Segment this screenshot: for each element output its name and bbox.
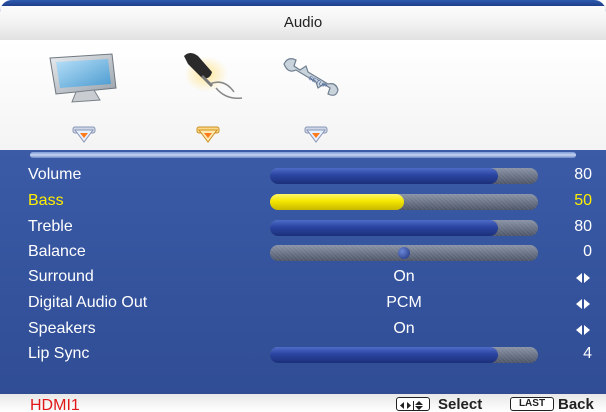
setting-label: Volume	[28, 166, 82, 183]
footer-bar: HDMI1 Select LAST Back	[0, 394, 606, 412]
microphone-icon[interactable]	[176, 48, 246, 110]
select-hint-label: Select	[438, 396, 483, 412]
category-indicator-audio	[196, 126, 220, 149]
level-slider[interactable]	[270, 220, 538, 236]
setting-label: Digital Audio Out	[28, 294, 148, 311]
menu-title: Audio	[283, 14, 323, 31]
setting-row-speakers[interactable]: Speakers On	[0, 318, 606, 340]
wrench-icon[interactable]: SETUP	[280, 54, 342, 98]
slider-fill	[270, 194, 404, 210]
input-source-label: HDMI1	[30, 397, 80, 412]
monitor-icon[interactable]	[46, 52, 124, 104]
setting-label: Surround	[28, 268, 94, 285]
balance-knob[interactable]	[398, 247, 410, 259]
category-indicator-setup	[304, 126, 328, 149]
slider-fill	[270, 347, 498, 363]
level-slider[interactable]	[270, 194, 538, 210]
setting-row-volume[interactable]: Volume 80	[0, 164, 606, 186]
setting-option-value[interactable]: On	[270, 268, 538, 286]
setting-label: Bass	[28, 192, 64, 209]
left-right-arrows-icon[interactable]	[576, 271, 590, 283]
title-bar: Audio	[0, 0, 606, 40]
navigate-keys-icon	[396, 397, 430, 411]
setting-row-balance[interactable]: Balance 0	[0, 241, 606, 263]
setting-row-surround[interactable]: Surround On	[0, 266, 606, 288]
back-hint-label: Back	[558, 396, 594, 412]
setting-option-value[interactable]: On	[270, 320, 538, 338]
balance-slider[interactable]	[270, 245, 538, 261]
setting-value: 80	[574, 218, 592, 235]
setting-value: 0	[583, 243, 592, 260]
setting-value: 4	[583, 345, 592, 362]
setting-value: 50	[574, 192, 592, 209]
left-right-arrows-icon[interactable]	[576, 323, 590, 335]
setting-label: Speakers	[28, 320, 96, 337]
setting-value: 80	[574, 166, 592, 183]
setting-option-value[interactable]: PCM	[270, 294, 538, 312]
setting-row-bass[interactable]: Bass 50	[0, 190, 606, 212]
setting-row-lip-sync[interactable]: Lip Sync 4	[0, 343, 606, 365]
slider-fill	[270, 220, 498, 236]
setting-row-digital-audio-out[interactable]: Digital Audio Out PCM	[0, 292, 606, 314]
title-bar-accent	[0, 0, 606, 6]
level-slider[interactable]	[270, 347, 538, 363]
osd-screen: Audio SETUP Volume 80 Bass 50 Treble 80 …	[0, 0, 606, 412]
category-indicator-picture	[72, 126, 96, 149]
category-icons: SETUP	[0, 40, 606, 150]
setting-label: Balance	[28, 243, 86, 260]
setting-label: Lip Sync	[28, 345, 90, 362]
setting-row-treble[interactable]: Treble 80	[0, 216, 606, 238]
left-right-arrows-icon[interactable]	[576, 297, 590, 309]
slider-fill	[270, 168, 498, 184]
setting-label: Treble	[28, 218, 73, 235]
level-slider[interactable]	[270, 168, 538, 184]
menu-divider	[30, 152, 576, 158]
last-key-icon: LAST	[510, 397, 554, 411]
